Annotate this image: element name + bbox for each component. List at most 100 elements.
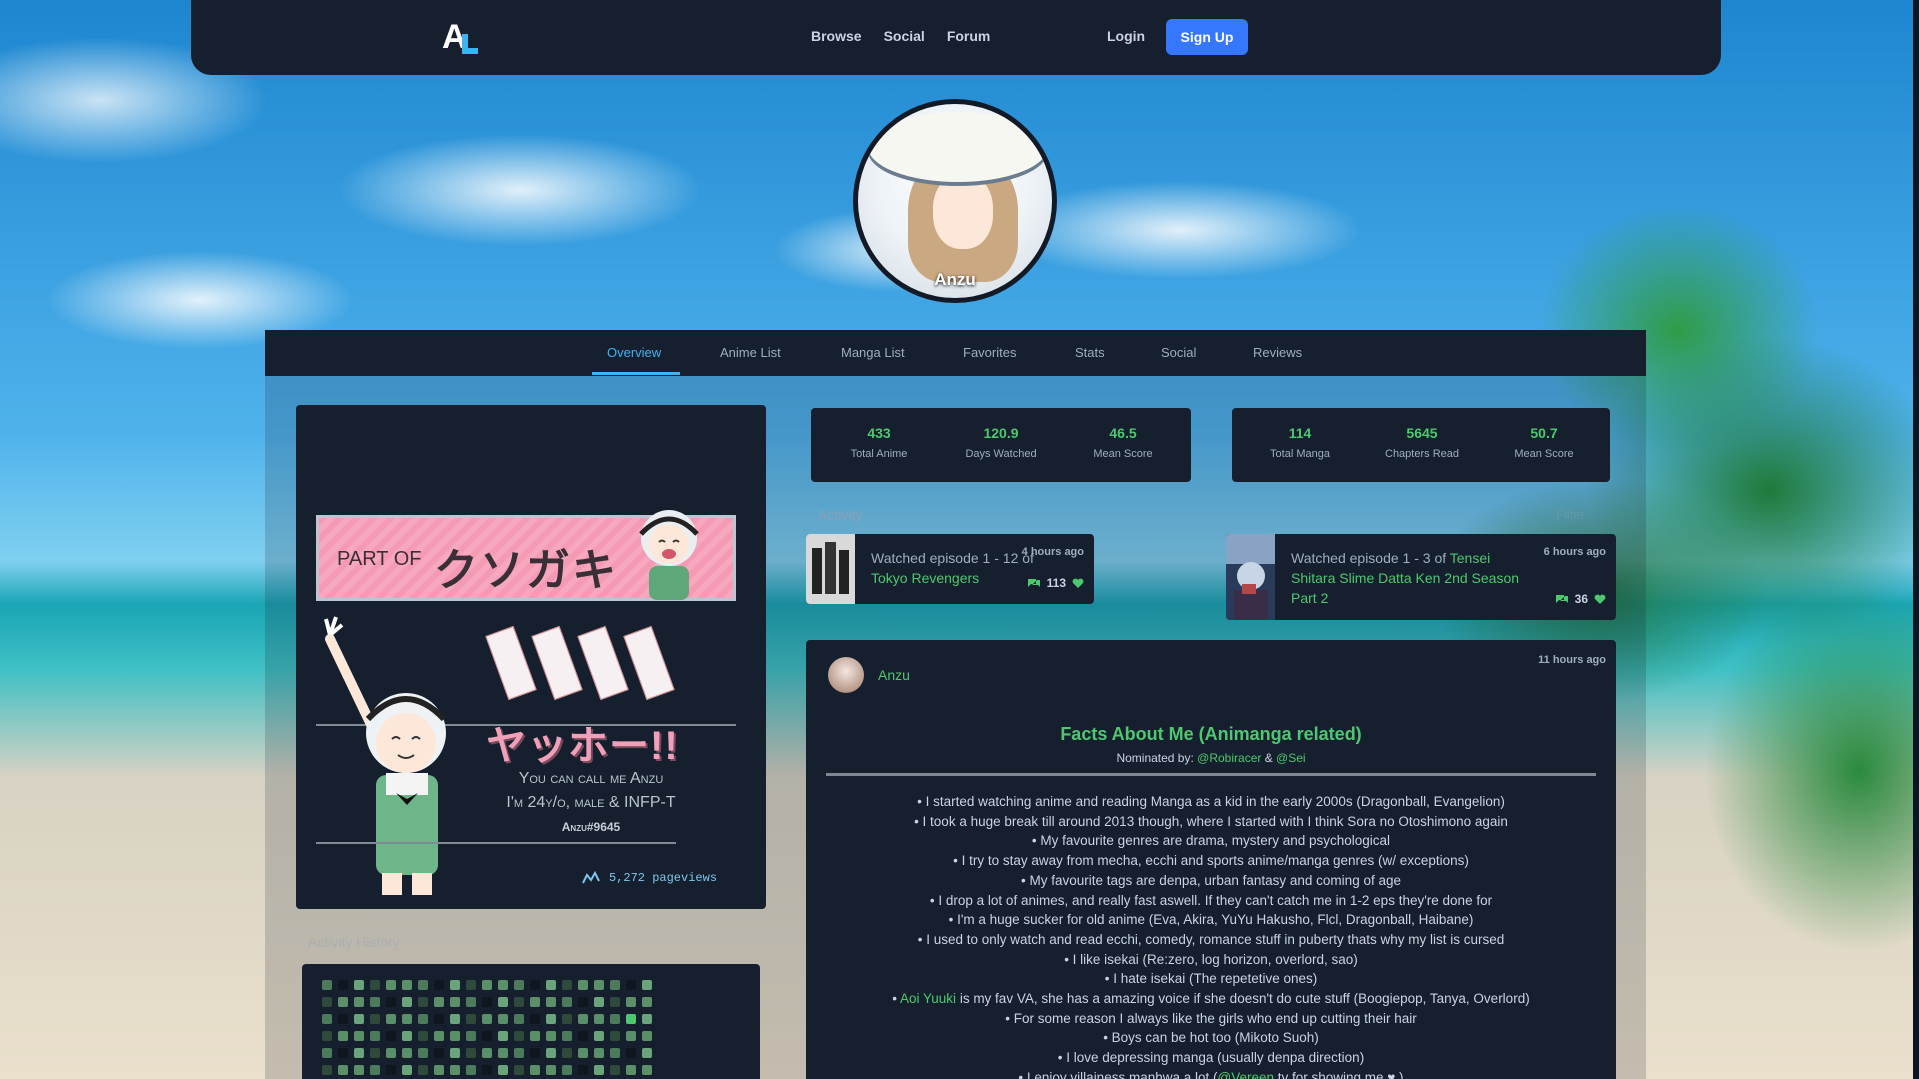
activity-history-cell[interactable] bbox=[354, 1065, 364, 1075]
activity-history-cell[interactable] bbox=[514, 1065, 524, 1075]
reply-icon[interactable] bbox=[1027, 577, 1041, 589]
activity-history-cell[interactable] bbox=[562, 1014, 572, 1024]
activity-history-cell[interactable] bbox=[386, 1014, 396, 1024]
activity-history-cell[interactable] bbox=[418, 1065, 428, 1075]
activity-history-cell[interactable] bbox=[594, 980, 604, 990]
activity-history-cell[interactable] bbox=[482, 980, 492, 990]
activity-card[interactable]: Watched episode 1 - 3 of Tensei Shitara … bbox=[1226, 534, 1616, 620]
activity-history-cell[interactable] bbox=[642, 1065, 652, 1075]
activity-history-cell[interactable] bbox=[418, 1014, 428, 1024]
activity-history-cell[interactable] bbox=[434, 1048, 444, 1058]
activity-history-cell[interactable] bbox=[402, 1065, 412, 1075]
activity-history-cell[interactable] bbox=[354, 997, 364, 1007]
activity-history-cell[interactable] bbox=[626, 997, 636, 1007]
activity-filter[interactable]: Filter bbox=[1556, 507, 1585, 522]
tab-reviews[interactable]: Reviews bbox=[1253, 345, 1302, 360]
activity-card[interactable]: Watched episode 1 - 12 of Tokyo Revenger… bbox=[806, 534, 1094, 604]
activity-history-cell[interactable] bbox=[386, 1048, 396, 1058]
activity-history-cell[interactable] bbox=[530, 1065, 540, 1075]
activity-history-cell[interactable] bbox=[562, 980, 572, 990]
media-cover-image[interactable] bbox=[806, 534, 855, 604]
activity-history-cell[interactable] bbox=[562, 1031, 572, 1041]
activity-history-cell[interactable] bbox=[466, 1048, 476, 1058]
activity-history-cell[interactable] bbox=[402, 1031, 412, 1041]
activity-history-cell[interactable] bbox=[450, 997, 460, 1007]
activity-history-cell[interactable] bbox=[514, 997, 524, 1007]
activity-history-cell[interactable] bbox=[354, 1031, 364, 1041]
activity-history-cell[interactable] bbox=[338, 1065, 348, 1075]
heart-icon[interactable] bbox=[1072, 578, 1084, 589]
mention-link[interactable]: @Robiracer bbox=[1197, 751, 1261, 765]
activity-history-cell[interactable] bbox=[338, 1014, 348, 1024]
activity-history-cell[interactable] bbox=[450, 1031, 460, 1041]
activity-history-cell[interactable] bbox=[498, 997, 508, 1007]
activity-history-cell[interactable] bbox=[434, 1014, 444, 1024]
activity-history-cell[interactable] bbox=[578, 1031, 588, 1041]
activity-history-cell[interactable] bbox=[642, 1031, 652, 1041]
activity-history-cell[interactable] bbox=[370, 1031, 380, 1041]
nav-browse[interactable]: Browse bbox=[811, 28, 862, 44]
activity-history-cell[interactable] bbox=[386, 997, 396, 1007]
activity-history-cell[interactable] bbox=[322, 997, 332, 1007]
tab-social[interactable]: Social bbox=[1161, 345, 1196, 360]
activity-history-cell[interactable] bbox=[466, 1031, 476, 1041]
activity-history-cell[interactable] bbox=[338, 1048, 348, 1058]
activity-history-cell[interactable] bbox=[530, 980, 540, 990]
activity-history-cell[interactable] bbox=[498, 1048, 508, 1058]
activity-history-cell[interactable] bbox=[418, 1031, 428, 1041]
activity-history-cell[interactable] bbox=[514, 1031, 524, 1041]
activity-history-cell[interactable] bbox=[514, 980, 524, 990]
activity-history-cell[interactable] bbox=[354, 1014, 364, 1024]
activity-history-cell[interactable] bbox=[418, 1048, 428, 1058]
nav-social[interactable]: Social bbox=[884, 28, 925, 44]
activity-history-cell[interactable] bbox=[450, 1014, 460, 1024]
post-author-name[interactable]: Anzu bbox=[878, 667, 910, 683]
activity-history-cell[interactable] bbox=[626, 1014, 636, 1024]
activity-history-cell[interactable] bbox=[498, 1014, 508, 1024]
activity-history-cell[interactable] bbox=[450, 1065, 460, 1075]
heart-icon[interactable] bbox=[1594, 594, 1606, 605]
activity-history-cell[interactable] bbox=[386, 980, 396, 990]
activity-history-cell[interactable] bbox=[466, 997, 476, 1007]
activity-history-cell[interactable] bbox=[578, 997, 588, 1007]
activity-history-cell[interactable] bbox=[450, 1048, 460, 1058]
activity-history-cell[interactable] bbox=[562, 1048, 572, 1058]
activity-history-cell[interactable] bbox=[370, 1014, 380, 1024]
activity-history-cell[interactable] bbox=[530, 1048, 540, 1058]
activity-history-cell[interactable] bbox=[402, 1014, 412, 1024]
activity-history-cell[interactable] bbox=[562, 1065, 572, 1075]
activity-history-cell[interactable] bbox=[386, 1065, 396, 1075]
activity-history-cell[interactable] bbox=[370, 997, 380, 1007]
activity-history-cell[interactable] bbox=[370, 1065, 380, 1075]
activity-history-cell[interactable] bbox=[482, 1014, 492, 1024]
activity-history-cell[interactable] bbox=[466, 1065, 476, 1075]
activity-history-cell[interactable] bbox=[594, 1031, 604, 1041]
activity-history-cell[interactable] bbox=[626, 1048, 636, 1058]
activity-history-cell[interactable] bbox=[370, 980, 380, 990]
activity-history-cell[interactable] bbox=[402, 997, 412, 1007]
activity-history-cell[interactable] bbox=[322, 1048, 332, 1058]
activity-history-cell[interactable] bbox=[610, 1031, 620, 1041]
activity-history-cell[interactable] bbox=[546, 980, 556, 990]
anilist-logo[interactable]: A bbox=[442, 20, 482, 54]
activity-history-cell[interactable] bbox=[498, 1065, 508, 1075]
activity-history-cell[interactable] bbox=[322, 1014, 332, 1024]
activity-history-cell[interactable] bbox=[402, 980, 412, 990]
activity-history-cell[interactable] bbox=[466, 1014, 476, 1024]
nav-forum[interactable]: Forum bbox=[947, 28, 991, 44]
activity-history-cell[interactable] bbox=[418, 980, 428, 990]
activity-history-cell[interactable] bbox=[482, 1048, 492, 1058]
activity-history-cell[interactable] bbox=[402, 1048, 412, 1058]
activity-history-cell[interactable] bbox=[482, 1031, 492, 1041]
activity-history-cell[interactable] bbox=[434, 1065, 444, 1075]
activity-history-cell[interactable] bbox=[498, 980, 508, 990]
activity-history-cell[interactable] bbox=[578, 1014, 588, 1024]
reply-icon[interactable] bbox=[1555, 593, 1569, 605]
activity-history-cell[interactable] bbox=[386, 1031, 396, 1041]
activity-history-cell[interactable] bbox=[562, 997, 572, 1007]
activity-history-cell[interactable] bbox=[546, 1048, 556, 1058]
media-title-link[interactable]: Tokyo Revengers bbox=[871, 570, 979, 586]
activity-history-cell[interactable] bbox=[610, 1014, 620, 1024]
activity-history-cell[interactable] bbox=[642, 1048, 652, 1058]
activity-history-cell[interactable] bbox=[482, 1065, 492, 1075]
